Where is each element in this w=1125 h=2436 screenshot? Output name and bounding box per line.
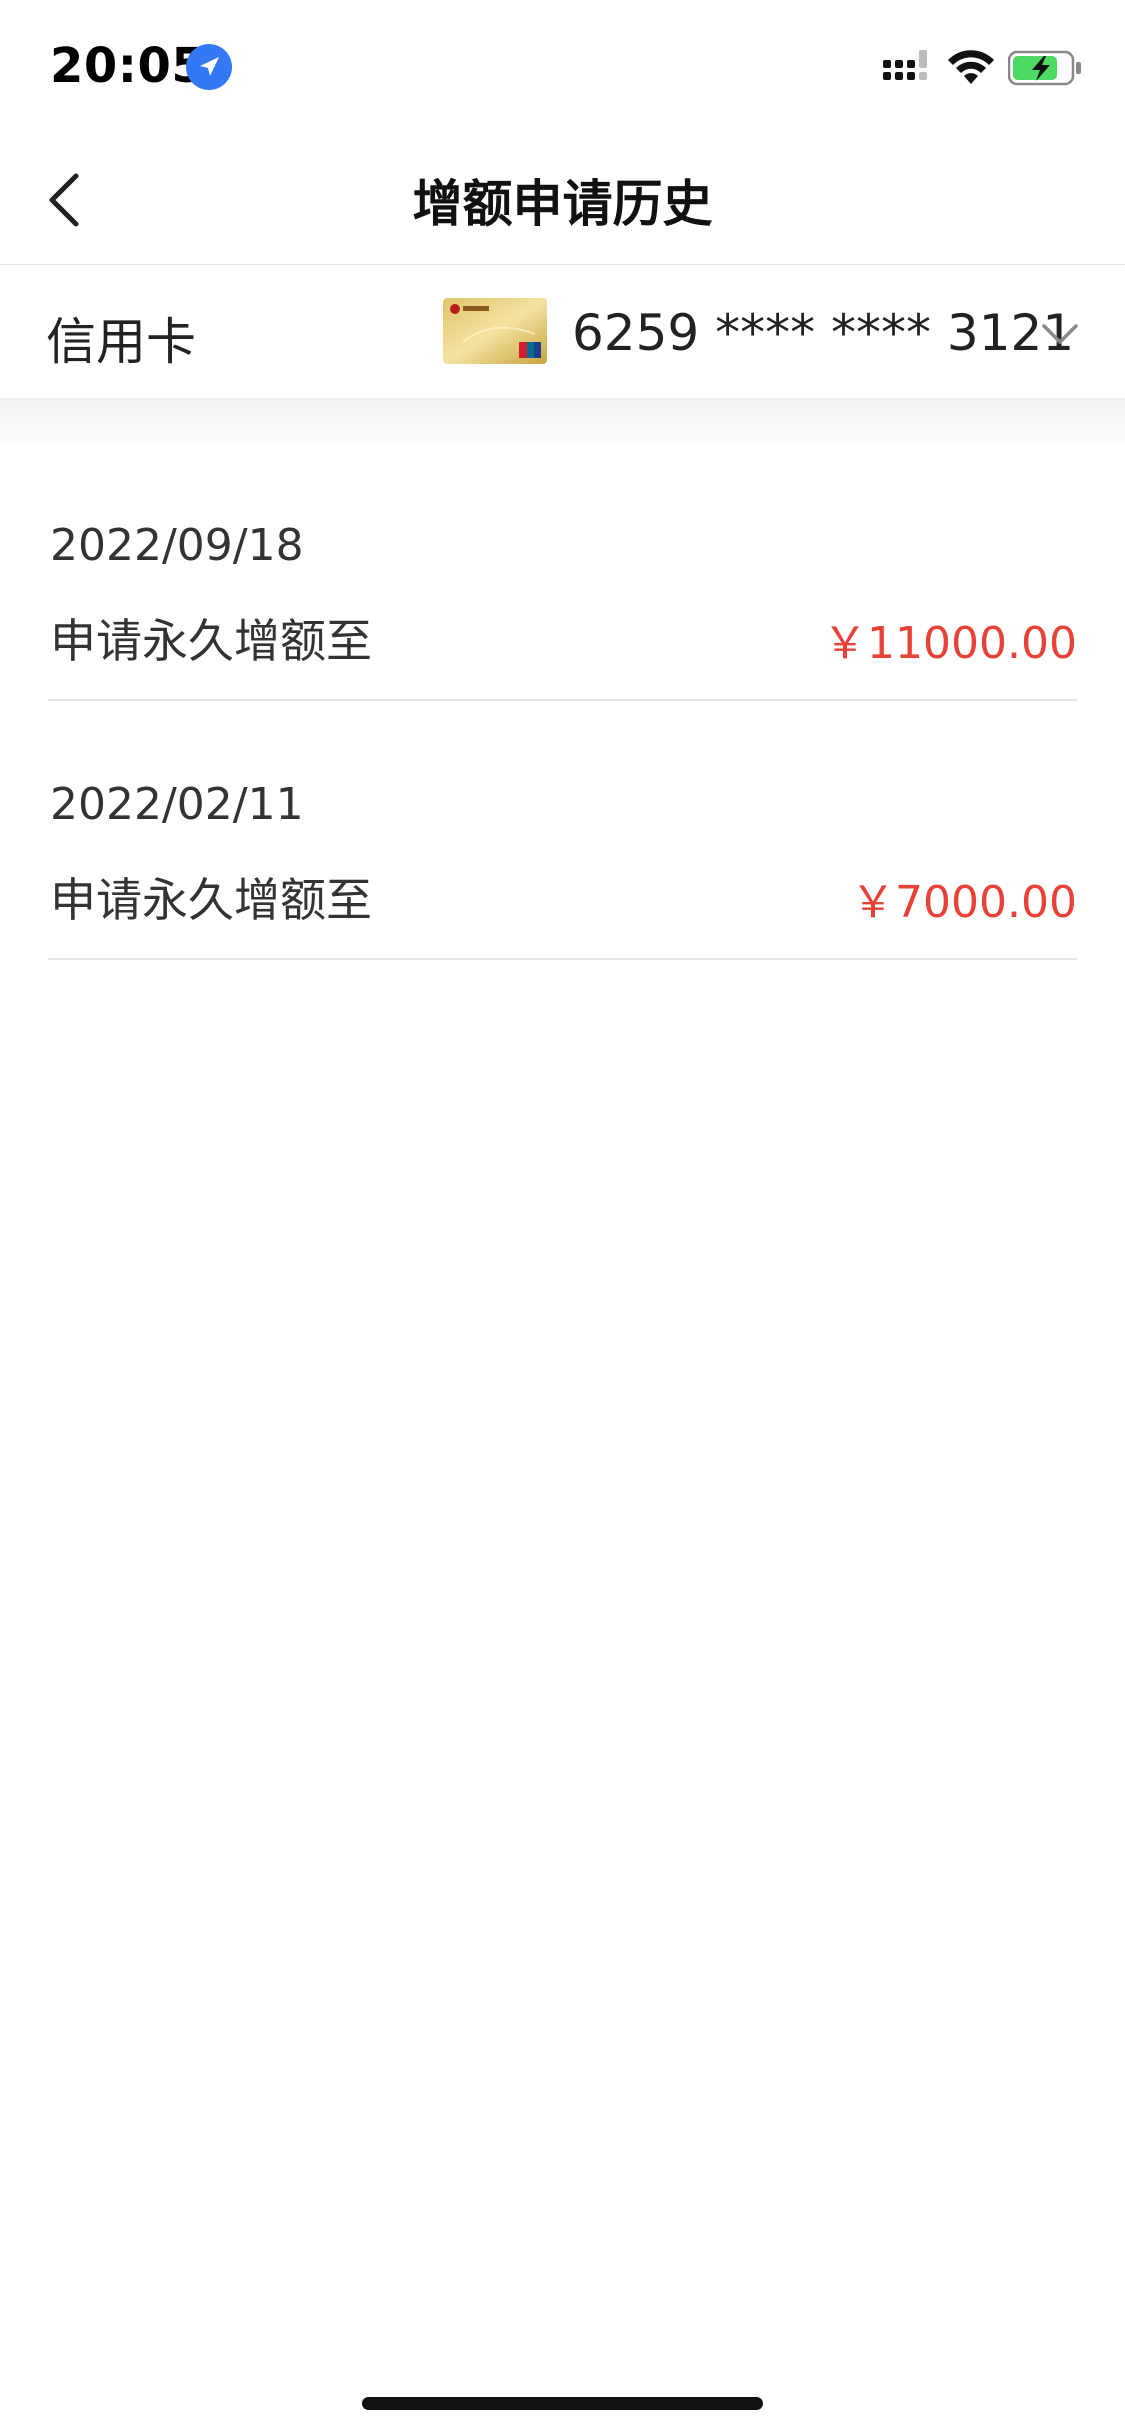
battery-charging-icon bbox=[1008, 50, 1081, 86]
card-type-label: 信用卡 bbox=[46, 313, 196, 371]
item-amount: ￥11000.00 bbox=[823, 618, 1077, 669]
item-date: 2022/02/11 bbox=[50, 779, 304, 830]
item-description: 申请永久增额至 bbox=[50, 873, 372, 927]
status-bar: 20:05 bbox=[0, 0, 1125, 132]
section-divider bbox=[0, 398, 1125, 442]
home-indicator[interactable] bbox=[362, 2397, 763, 2410]
page-title: 增额申请历史 bbox=[412, 175, 713, 233]
list-item: 2022/09/18 申请永久增额至 ￥11000.00 bbox=[48, 442, 1077, 701]
list-item: 2022/02/11 申请永久增额至 ￥7000.00 bbox=[48, 701, 1077, 960]
status-time: 20:05 bbox=[50, 38, 206, 94]
history-list: 2022/09/18 申请永久增额至 ￥11000.00 2022/02/11 … bbox=[0, 442, 1125, 960]
cellular-signal-icon bbox=[883, 50, 927, 80]
chevron-down-icon[interactable] bbox=[1038, 312, 1082, 356]
item-description: 申请永久增额至 bbox=[50, 614, 372, 668]
location-arrow-icon bbox=[186, 44, 232, 90]
navigation-bar: 增额申请历史 bbox=[0, 132, 1125, 265]
bank-card-icon bbox=[443, 298, 547, 364]
card-selector[interactable]: 信用卡 6259 **** **** 3121 bbox=[0, 266, 1125, 398]
card-number: 6259 **** **** 3121 bbox=[572, 304, 1075, 362]
item-amount: ￥7000.00 bbox=[851, 877, 1077, 928]
wifi-icon bbox=[948, 50, 994, 84]
item-date: 2022/09/18 bbox=[50, 520, 304, 571]
screen: 20:05 增额申请历史 信用卡 6259 **** **** 3121 202… bbox=[0, 0, 1125, 2436]
